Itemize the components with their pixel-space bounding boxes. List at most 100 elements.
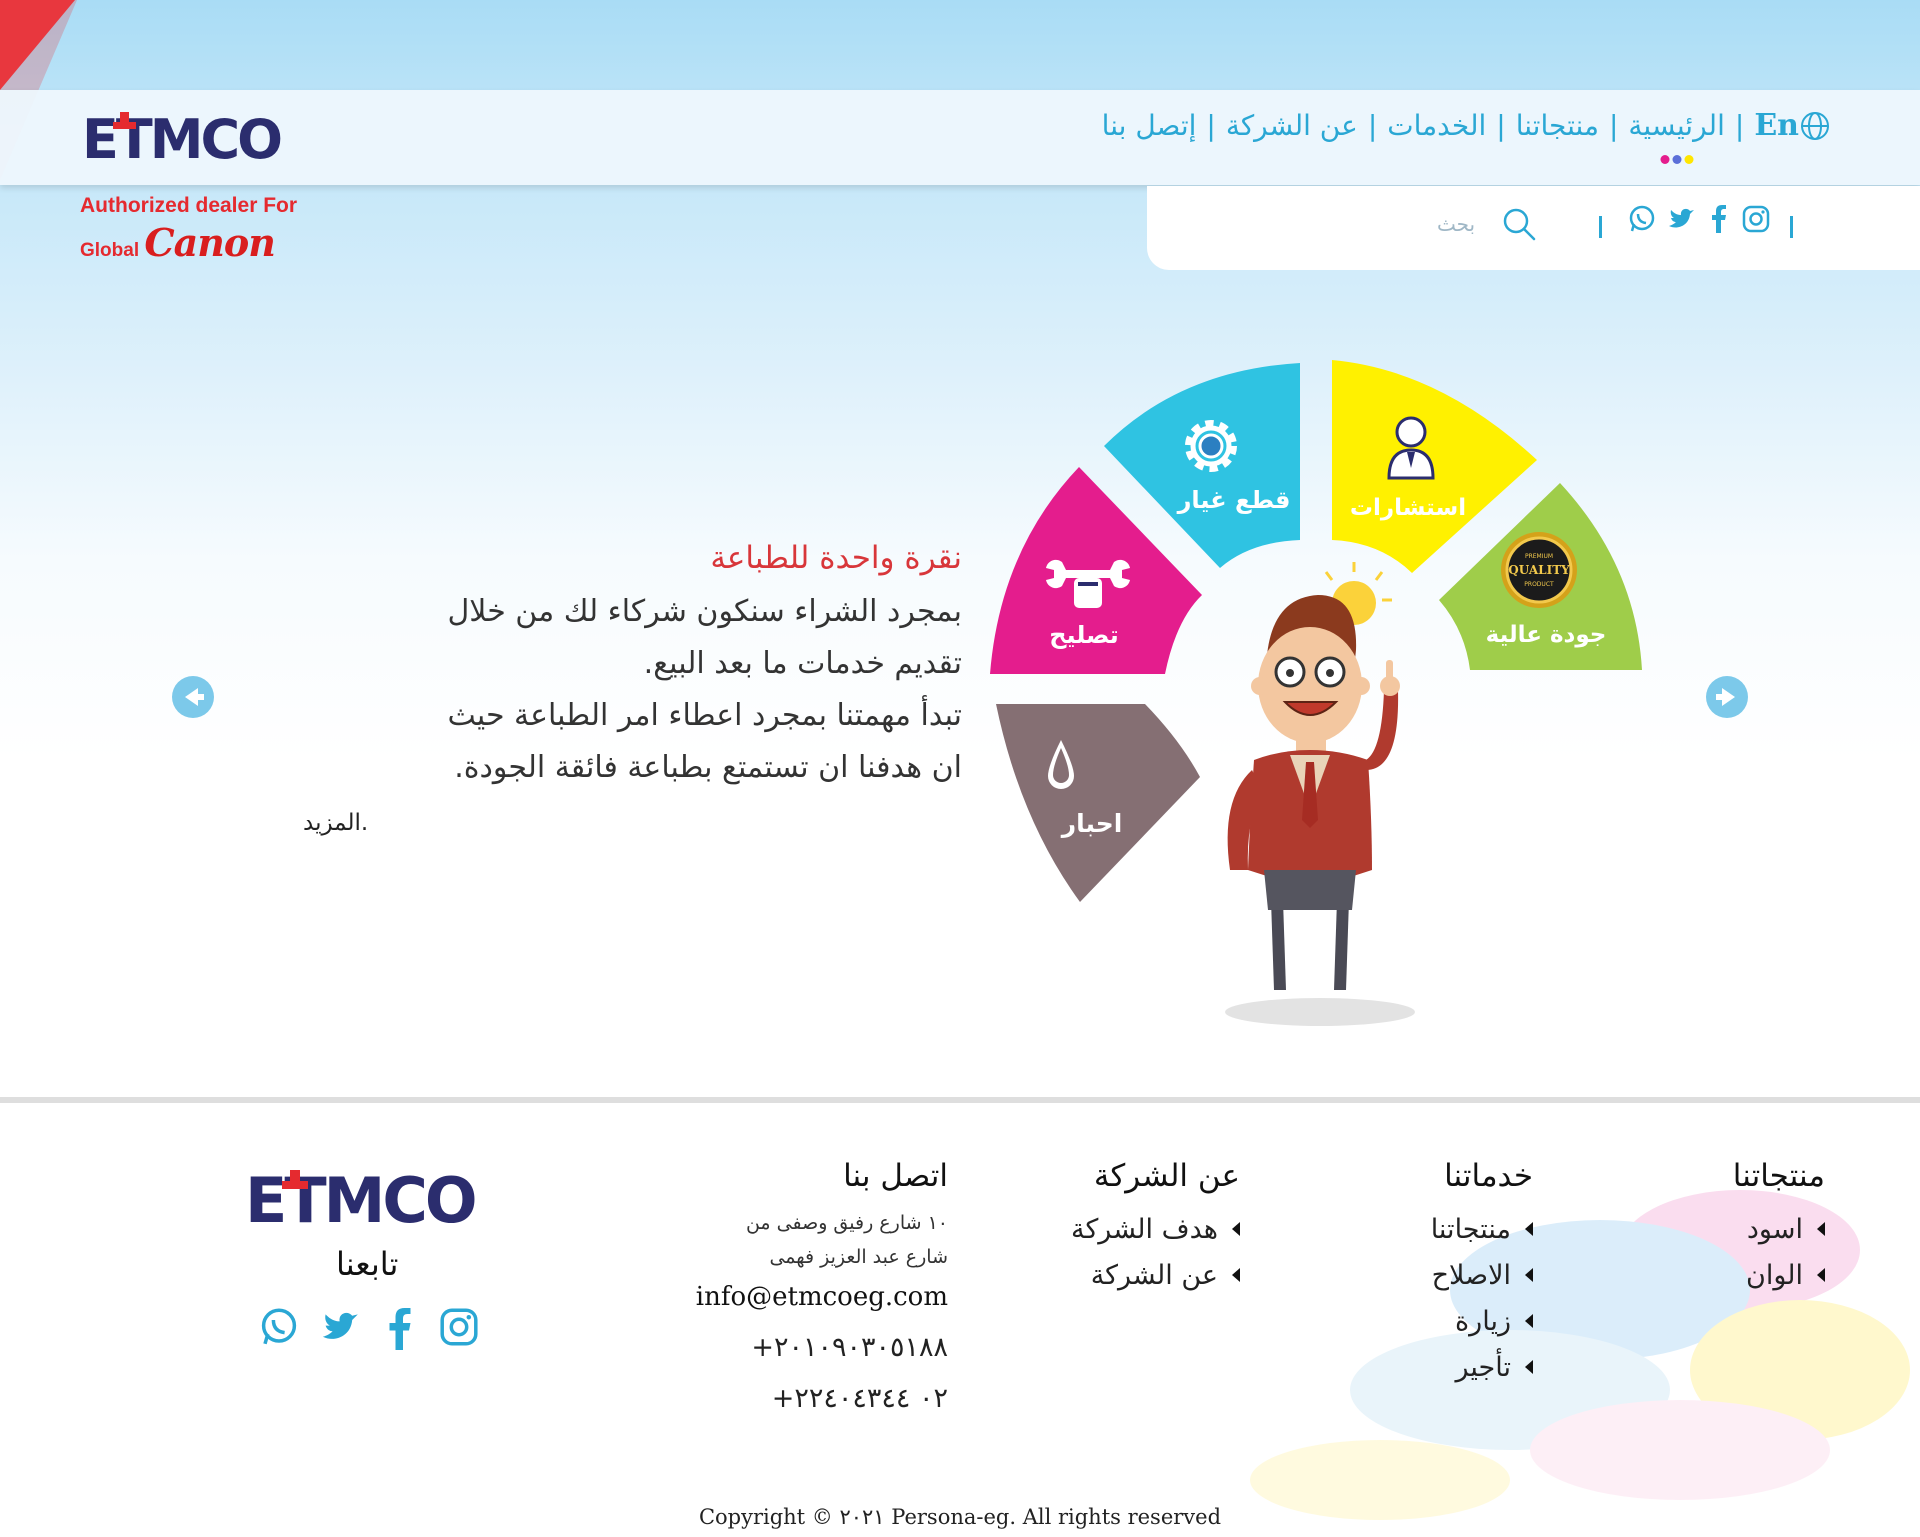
contact-email[interactable]: info@etmcoeg.com	[696, 1282, 948, 1312]
footer-link-label: اسود	[1746, 1213, 1803, 1245]
hero-text: نقرة واحدة للطباعة بمجرد الشراء سنكون شر…	[447, 540, 962, 794]
authorized-dealer: Authorized dealer For Global Canon	[80, 194, 297, 265]
footer-services: خدماتنا منتجاتنا الاصلاح زيارة تأجير	[1431, 1158, 1533, 1390]
footer-divider	[0, 1097, 1920, 1103]
slider-prev-button[interactable]	[172, 676, 214, 718]
footer-contact: اتصل بنا ١٠ شارع رفيق وصفى من شارع عبد ا…	[696, 1158, 948, 1414]
badge-mid-text: QUALITY	[1508, 563, 1570, 577]
footer-link-label: زيارة	[1455, 1305, 1511, 1337]
canon-logo: Canon	[144, 220, 275, 265]
tools-divider	[1790, 216, 1793, 238]
contact-phone[interactable]: +٠٢ ٢٢٤٠٤٣٤٤	[696, 1383, 948, 1414]
search-placeholder: بحث	[1437, 212, 1476, 236]
footer-link-label: تأجير	[1455, 1351, 1511, 1383]
search-box[interactable]: بحث	[1437, 206, 1537, 242]
hero-body: بمجرد الشراء سنكون شركاء لك من خلال تقدي…	[447, 586, 962, 794]
slider-next-button[interactable]	[1706, 676, 1748, 718]
footer-link[interactable]: زيارة	[1431, 1298, 1533, 1344]
wheel-label-ink: احبار	[1060, 809, 1123, 838]
nav-separator: |	[1608, 109, 1619, 142]
businessman-illustration	[1225, 562, 1415, 1026]
caret-left-icon	[1817, 1222, 1825, 1236]
nav-separator: |	[1734, 109, 1745, 142]
wheel-label-spare-parts: قطع غيار	[1177, 486, 1291, 514]
nav-services[interactable]: الخدمات	[1387, 109, 1486, 142]
dealer-global: Global	[80, 240, 140, 261]
footer-about-title: عن الشركة	[1093, 1158, 1240, 1194]
instagram-icon[interactable]	[438, 1306, 480, 1348]
wheel-label-repair: تصليح	[1049, 621, 1119, 649]
footer-link-label: عن الشركة	[1090, 1259, 1218, 1291]
language-toggle[interactable]: En	[1754, 108, 1835, 143]
hero-line: بمجرد الشراء سنكون شركاء لك من خلال	[447, 594, 963, 629]
wheel-segment-ink[interactable]: احبار	[996, 704, 1200, 902]
footer-services-title: خدماتنا	[1444, 1158, 1533, 1194]
hero-line: تبدأ مهمتنا بمجرد اعطاء امر الطباعة حيث	[447, 698, 962, 733]
contact-phone[interactable]: +٢٠١٠٩٠٣٠٥١٨٨	[696, 1332, 948, 1363]
logo-cross-bar	[282, 1181, 308, 1189]
footer-link[interactable]: الاصلاح	[1431, 1252, 1533, 1298]
nav-about[interactable]: عن الشركة	[1226, 109, 1358, 142]
hero-line: ان هدفنا ان تستمتع بطباعة فائقة الجودة.	[454, 750, 962, 785]
footer-link[interactable]: اسود	[1733, 1206, 1825, 1252]
footer-link-label: منتجاتنا	[1430, 1213, 1511, 1245]
twitter-icon[interactable]	[1667, 204, 1697, 234]
globe-icon	[1801, 111, 1829, 140]
whatsapp-icon[interactable]	[258, 1306, 300, 1348]
dealer-line-canon: Global Canon	[80, 220, 297, 265]
wheel-label-consulting: استشارات	[1350, 495, 1466, 521]
logo-text: ETMCO	[82, 108, 281, 166]
badge-bottom-text: PRODUCT	[1524, 581, 1554, 588]
dealer-line: Authorized dealer For	[80, 194, 298, 217]
nav-products[interactable]: منتجاتنا	[1516, 109, 1599, 142]
logo-cross-icon	[290, 1170, 300, 1181]
active-indicator-dots	[1660, 155, 1694, 164]
footer-contact-title: اتصل بنا	[843, 1158, 948, 1194]
footer-link-label: هدف الشركة	[1070, 1213, 1218, 1245]
tools-divider	[1599, 216, 1602, 238]
footer-link-label: الوان	[1745, 1259, 1803, 1291]
footer-link[interactable]: الوان	[1733, 1252, 1825, 1298]
whatsapp-icon[interactable]	[1627, 204, 1657, 234]
footer-logo-text: ETMCO	[245, 1166, 475, 1230]
caret-left-icon	[1525, 1268, 1533, 1282]
caret-left-icon	[1525, 1360, 1533, 1374]
search-icon[interactable]	[1501, 206, 1537, 242]
nav-separator: |	[1367, 109, 1378, 142]
instagram-icon[interactable]	[1741, 204, 1771, 234]
services-wheel: احبار تصليح قطع غيار استشارات PREMIUM QU…	[990, 360, 1642, 1026]
facebook-icon[interactable]	[1707, 204, 1731, 234]
hero-line: تقديم خدمات ما بعد البيع.	[643, 646, 962, 681]
nav-home[interactable]: الرئيسية	[1628, 109, 1725, 164]
twitter-icon[interactable]	[320, 1306, 362, 1348]
nav-contact[interactable]: إتصل بنا	[1102, 109, 1197, 142]
footer-link[interactable]: عن الشركة	[1071, 1252, 1240, 1298]
badge-top-text: PREMIUM	[1525, 553, 1553, 560]
arrow-right-icon	[1707, 677, 1747, 717]
copyright: Copyright © ٢٠٢١ Persona-eg. All rights …	[698, 1505, 1222, 1529]
etmco-logo-mark: ETMCO	[245, 1164, 478, 1237]
footer-link[interactable]: تأجير	[1431, 1344, 1533, 1390]
footer-link[interactable]: هدف الشركة	[1071, 1206, 1240, 1252]
caret-left-icon	[1525, 1314, 1533, 1328]
facebook-icon[interactable]	[382, 1306, 418, 1352]
header-social	[1627, 204, 1771, 234]
footer-products-title: منتجاتنا	[1732, 1158, 1825, 1194]
caret-left-icon	[1525, 1222, 1533, 1236]
logo-cross-bar	[113, 122, 136, 129]
footer-link[interactable]: منتجاتنا	[1431, 1206, 1533, 1252]
lang-label: En	[1754, 108, 1799, 143]
arrow-left-icon	[173, 677, 213, 717]
etmco-logo-mark: ETMCO	[82, 108, 284, 171]
nav-separator: |	[1206, 109, 1216, 142]
footer-link-label: الاصلاح	[1431, 1259, 1511, 1291]
follow-us-label: تابعنا	[336, 1245, 399, 1283]
quality-badge-icon: PREMIUM QUALITY PRODUCT	[1501, 532, 1577, 608]
footer-products: منتجاتنا اسود الوان	[1733, 1158, 1825, 1298]
tools-bar: بحث	[1147, 186, 1920, 270]
wheel-label-quality: جودة عالية	[1486, 622, 1607, 648]
etmco-logo[interactable]: ETMCO	[82, 108, 284, 171]
caret-left-icon	[1232, 1268, 1240, 1282]
read-more-link[interactable]: المزيد.	[303, 810, 368, 836]
footer-logo[interactable]: ETMCO	[245, 1164, 505, 1237]
